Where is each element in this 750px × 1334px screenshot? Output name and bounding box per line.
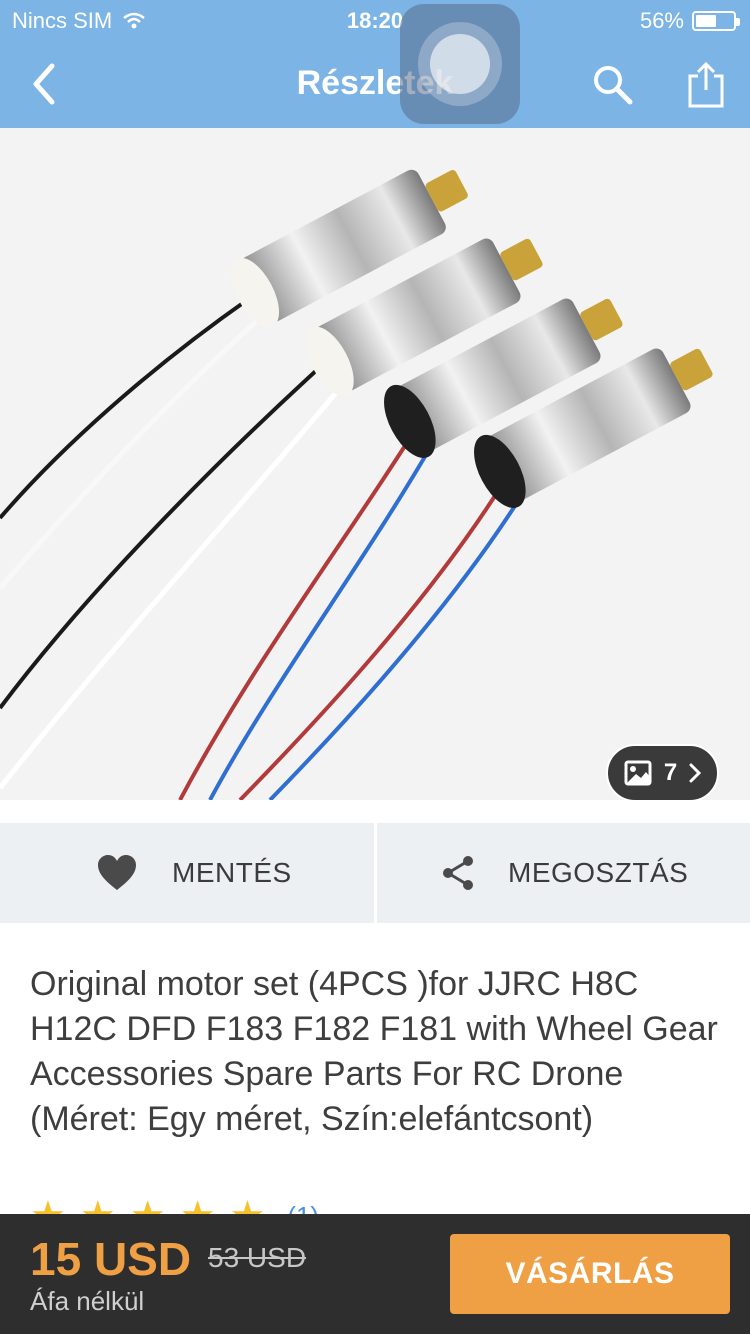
battery-percent: 56%: [639, 8, 684, 33]
save-label: MENTÉS: [172, 857, 292, 888]
status-right: 56%: [639, 8, 740, 34]
price: 15 USD: [30, 1233, 192, 1285]
purchase-bar: 15 USD 53 USD Áfa nélkül VÁSÁRLÁS: [0, 1214, 750, 1334]
motor-set-photo: [0, 128, 750, 800]
nav-bar: Részletek: [0, 40, 750, 128]
chevron-right-icon: [689, 763, 702, 783]
status-time: 18:20: [346, 8, 404, 33]
status-bar: Nincs SIM 18:20 56%: [0, 0, 750, 40]
page-title: Részletek: [296, 64, 454, 102]
assistive-touch-button[interactable]: [400, 4, 520, 124]
product-details-screen: Nincs SIM 18:20 56% Részletek 7 MENTÉS M…: [0, 0, 750, 1334]
share-button[interactable]: MEGOSZTÁS: [440, 823, 688, 923]
share-label: MEGOSZTÁS: [508, 857, 689, 888]
action-divider: [374, 823, 377, 923]
old-price: 53 USD: [208, 1242, 307, 1273]
battery-fill: [696, 15, 717, 27]
search-icon[interactable]: [590, 62, 634, 106]
product-image[interactable]: [0, 128, 750, 800]
buy-button[interactable]: VÁSÁRLÁS: [450, 1234, 730, 1314]
tax-note: Áfa nélkül: [30, 1286, 145, 1316]
share-upload-icon[interactable]: [684, 60, 728, 108]
gallery-count-button[interactable]: 7: [606, 744, 719, 802]
image-icon: [624, 760, 652, 786]
share-icon: [443, 856, 473, 890]
product-title: Original motor set (4PCS )for JJRC H8C H…: [30, 965, 718, 1138]
battery-icon: [692, 11, 740, 31]
gallery-count: 7: [663, 759, 678, 786]
save-button[interactable]: MENTÉS: [96, 823, 292, 923]
header: Nincs SIM 18:20 56% Részletek: [0, 0, 750, 128]
heart-icon: [98, 855, 136, 890]
action-bar: MENTÉS MEGOSZTÁS: [0, 823, 750, 923]
